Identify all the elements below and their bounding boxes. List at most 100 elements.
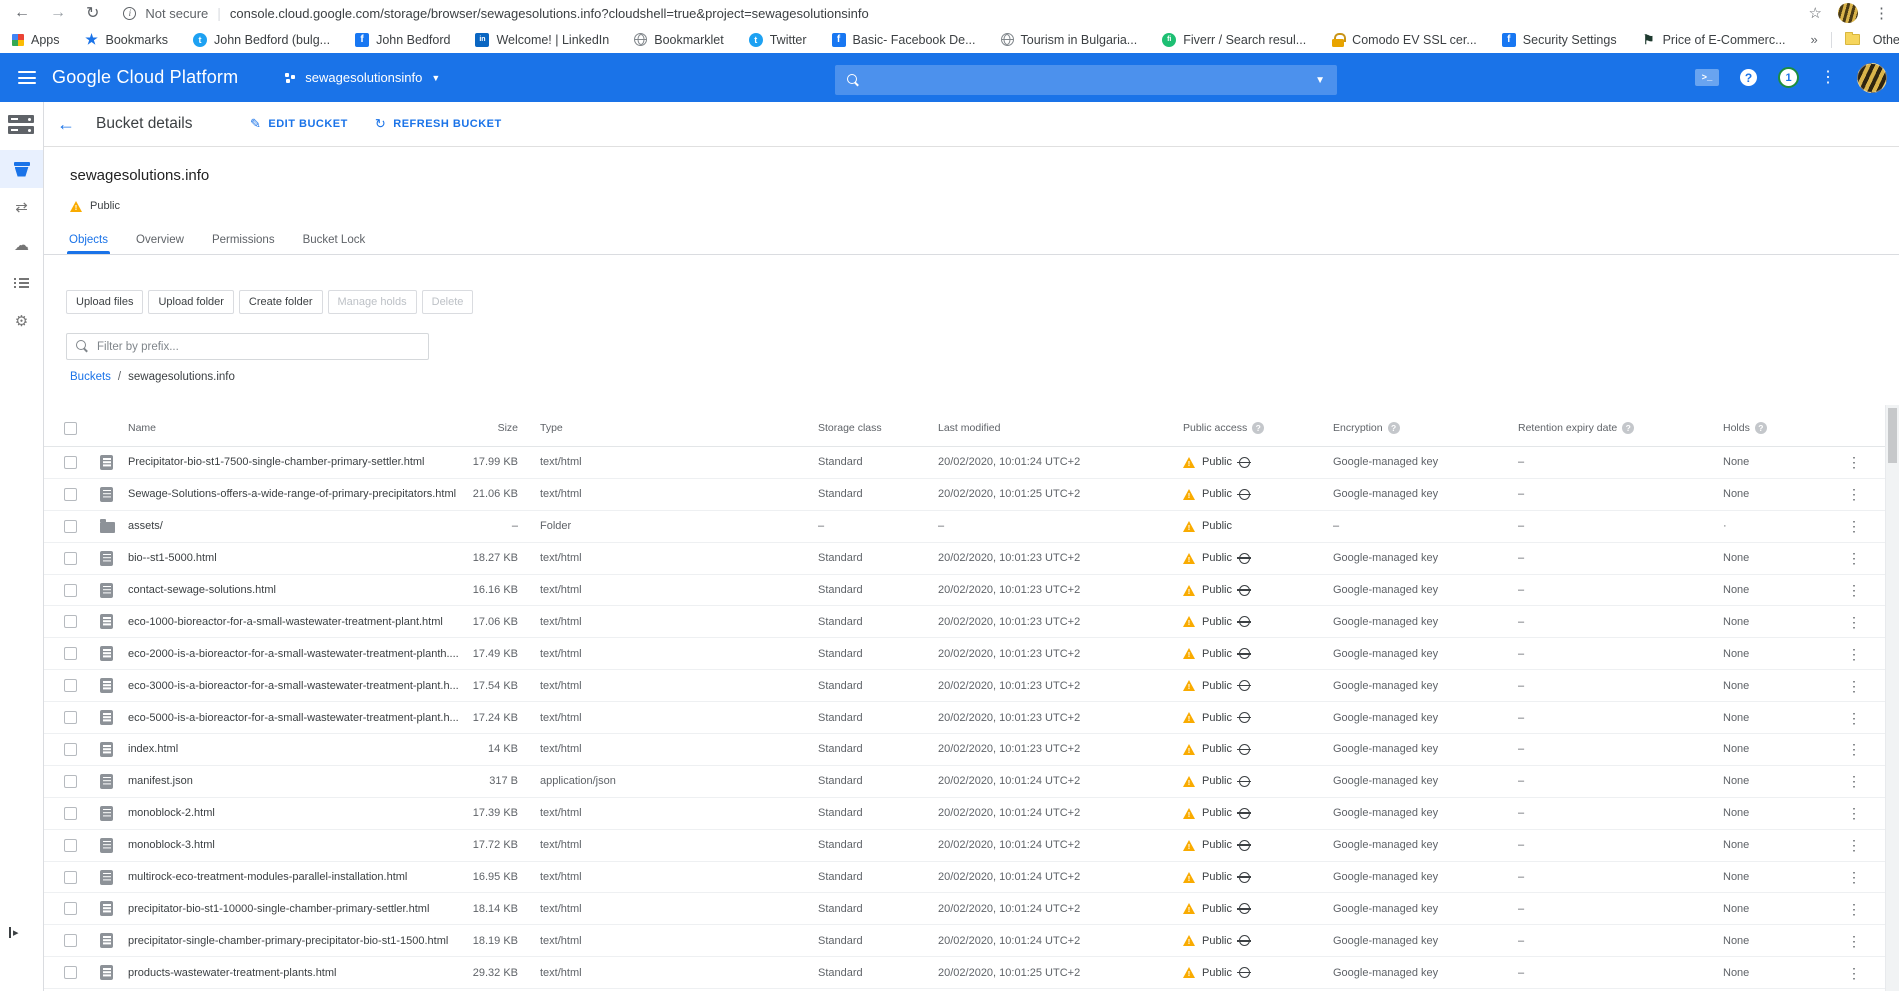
account-avatar[interactable] bbox=[1857, 63, 1887, 93]
url-text[interactable]: console.cloud.google.com/storage/browser… bbox=[230, 6, 869, 21]
column-last-modified[interactable]: Last modified bbox=[938, 422, 1183, 434]
bookmark-item-welcome-linkedin[interactable]: Welcome! | LinkedIn bbox=[475, 33, 609, 47]
row-checkbox[interactable] bbox=[64, 871, 77, 884]
sidebar-expand-button[interactable]: ▸ bbox=[9, 926, 19, 939]
create-folder-button[interactable]: Create folder bbox=[239, 290, 323, 314]
row-menu-icon[interactable]: ⋮ bbox=[1847, 806, 1861, 820]
object-name-link[interactable]: bio--st1-5000.html bbox=[128, 552, 458, 564]
bookmark-item-price-of-e-commerc[interactable]: Price of E-Commerc... bbox=[1642, 33, 1786, 47]
column-retention[interactable]: Retention expiry date? bbox=[1518, 422, 1723, 434]
row-checkbox[interactable] bbox=[64, 615, 77, 628]
bookmark-item-comodo-ev-ssl-cer[interactable]: Comodo EV SSL cer... bbox=[1331, 33, 1477, 47]
row-checkbox[interactable] bbox=[64, 934, 77, 947]
search-dropdown-icon[interactable]: ▼ bbox=[1315, 75, 1325, 86]
public-link-icon[interactable] bbox=[1239, 935, 1250, 946]
object-name-link[interactable]: Precipitator-bio-st1-7500-single-chamber… bbox=[128, 456, 458, 468]
bookmark-item-basic-facebook-de[interactable]: Basic- Facebook De... bbox=[832, 33, 976, 47]
row-checkbox[interactable] bbox=[64, 743, 77, 756]
object-name-link[interactable]: multirock-eco-treatment-modules-parallel… bbox=[128, 871, 458, 883]
cloud-shell-icon[interactable]: >_ bbox=[1695, 69, 1719, 86]
object-name-link[interactable]: index.html bbox=[128, 743, 458, 755]
vertical-scrollbar[interactable] bbox=[1885, 405, 1899, 991]
public-link-icon[interactable] bbox=[1239, 712, 1250, 723]
tab-permissions[interactable]: Permissions bbox=[210, 225, 277, 254]
object-name-link[interactable]: eco-1000-bioreactor-for-a-small-wastewat… bbox=[128, 616, 458, 628]
sidebar-item-transfer-appliance[interactable] bbox=[0, 264, 43, 302]
tab-bucket-lock[interactable]: Bucket Lock bbox=[301, 225, 368, 254]
bookmark-star-icon[interactable]: ☆ bbox=[1809, 4, 1822, 22]
row-checkbox[interactable] bbox=[64, 679, 77, 692]
tab-overview[interactable]: Overview bbox=[134, 225, 186, 254]
column-public-access[interactable]: Public access? bbox=[1183, 422, 1333, 434]
object-name-link[interactable]: monoblock-2.html bbox=[128, 807, 458, 819]
public-link-icon[interactable] bbox=[1239, 553, 1250, 564]
help-icon[interactable]: ? bbox=[1388, 422, 1400, 434]
row-menu-icon[interactable]: ⋮ bbox=[1847, 551, 1861, 565]
object-name-link[interactable]: contact-sewage-solutions.html bbox=[128, 584, 458, 596]
object-name-link[interactable]: Sewage-Solutions-offers-a-wide-range-of-… bbox=[128, 488, 458, 500]
row-menu-icon[interactable]: ⋮ bbox=[1847, 487, 1861, 501]
upload-folder-button[interactable]: Upload folder bbox=[148, 290, 233, 314]
bookmark-item-bookmarklet[interactable]: Bookmarklet bbox=[634, 33, 723, 47]
bookmarks-overflow-icon[interactable]: » bbox=[1811, 32, 1818, 47]
public-link-icon[interactable] bbox=[1239, 648, 1250, 659]
sidebar-item-browser[interactable] bbox=[0, 150, 43, 188]
public-link-icon[interactable] bbox=[1239, 457, 1250, 468]
row-menu-icon[interactable]: ⋮ bbox=[1847, 615, 1861, 629]
row-checkbox[interactable] bbox=[64, 902, 77, 915]
public-link-icon[interactable] bbox=[1239, 744, 1250, 755]
tab-objects[interactable]: Objects bbox=[67, 225, 110, 254]
filter-input[interactable] bbox=[97, 341, 419, 353]
bookmark-item-john-bedford[interactable]: John Bedford bbox=[355, 33, 450, 47]
back-arrow-icon[interactable]: ← bbox=[57, 114, 75, 135]
object-name-link[interactable]: precipitator-single-chamber-primary-prec… bbox=[128, 935, 458, 947]
row-checkbox[interactable] bbox=[64, 711, 77, 724]
reload-icon[interactable]: ↻ bbox=[86, 3, 99, 23]
public-link-icon[interactable] bbox=[1239, 585, 1250, 596]
select-all-checkbox[interactable] bbox=[64, 422, 77, 435]
public-link-icon[interactable] bbox=[1239, 840, 1250, 851]
public-link-icon[interactable] bbox=[1239, 903, 1250, 914]
column-name[interactable]: Name bbox=[128, 422, 458, 434]
object-name-link[interactable]: monoblock-3.html bbox=[128, 839, 458, 851]
row-checkbox[interactable] bbox=[64, 552, 77, 565]
bookmark-item-fiverr-search-resul[interactable]: Fiverr / Search resul... bbox=[1162, 33, 1306, 47]
row-menu-icon[interactable]: ⋮ bbox=[1847, 870, 1861, 884]
public-link-icon[interactable] bbox=[1239, 489, 1250, 500]
gcp-more-icon[interactable]: ⋮ bbox=[1820, 70, 1836, 86]
help-icon[interactable]: ? bbox=[1740, 69, 1757, 86]
object-name-link[interactable]: manifest.json bbox=[128, 775, 458, 787]
row-checkbox[interactable] bbox=[64, 839, 77, 852]
gcp-brand[interactable]: Google Cloud Platform bbox=[52, 67, 238, 88]
notifications-badge[interactable]: 1 bbox=[1778, 67, 1799, 88]
sidebar-item-settings[interactable]: ⚙ bbox=[0, 302, 43, 340]
row-menu-icon[interactable]: ⋮ bbox=[1847, 966, 1861, 980]
sidebar-item-transfer[interactable]: ⇄ bbox=[0, 188, 43, 226]
breadcrumb-buckets-link[interactable]: Buckets bbox=[70, 371, 111, 383]
browser-profile-avatar[interactable] bbox=[1838, 3, 1858, 23]
public-link-icon[interactable] bbox=[1239, 967, 1250, 978]
row-menu-icon[interactable]: ⋮ bbox=[1847, 519, 1861, 533]
edit-bucket-button[interactable]: ✎ EDIT BUCKET bbox=[250, 116, 348, 132]
help-icon[interactable]: ? bbox=[1252, 422, 1264, 434]
row-checkbox[interactable] bbox=[64, 584, 77, 597]
row-menu-icon[interactable]: ⋮ bbox=[1847, 455, 1861, 469]
column-storage-class[interactable]: Storage class bbox=[818, 422, 938, 434]
row-checkbox[interactable] bbox=[64, 807, 77, 820]
row-checkbox[interactable] bbox=[64, 456, 77, 469]
help-icon[interactable]: ? bbox=[1755, 422, 1767, 434]
object-name-link[interactable]: eco-3000-is-a-bioreactor-for-a-small-was… bbox=[128, 680, 458, 692]
sidebar-item-transfer-service[interactable]: ☁ bbox=[0, 226, 43, 264]
browser-menu-icon[interactable]: ⋮ bbox=[1874, 6, 1889, 21]
bookmark-item-tourism-in-bulgaria[interactable]: Tourism in Bulgaria... bbox=[1001, 33, 1138, 47]
public-link-icon[interactable] bbox=[1239, 776, 1250, 787]
object-name-link[interactable]: precipitator-bio-st1-10000-single-chambe… bbox=[128, 903, 458, 915]
object-name-link[interactable]: eco-2000-is-a-bioreactor-for-a-small-was… bbox=[128, 648, 458, 660]
row-checkbox[interactable] bbox=[64, 488, 77, 501]
bookmark-item-security-settings[interactable]: Security Settings bbox=[1502, 33, 1617, 47]
public-link-icon[interactable] bbox=[1239, 616, 1250, 627]
object-name-link[interactable]: assets/ bbox=[128, 520, 458, 532]
row-menu-icon[interactable]: ⋮ bbox=[1847, 742, 1861, 756]
column-encryption[interactable]: Encryption? bbox=[1333, 422, 1518, 434]
project-selector[interactable]: sewagesolutionsinfo ▼ bbox=[284, 70, 440, 85]
